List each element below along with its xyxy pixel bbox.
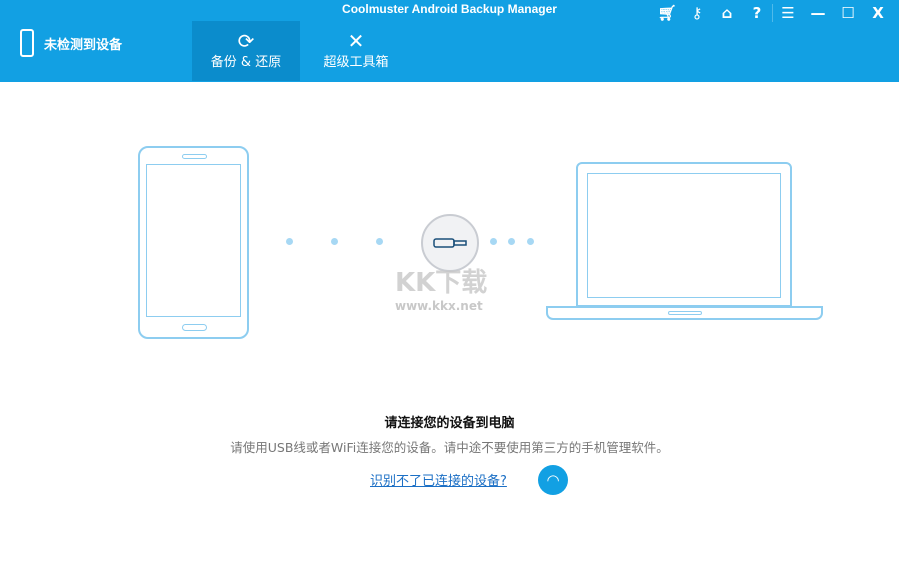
device-not-recognized-link[interactable]: 识别不了已连接的设备? — [370, 470, 507, 489]
feedback-icon[interactable]: ☰ — [773, 4, 803, 22]
wifi-icon: ◠ — [546, 471, 560, 489]
key-icon[interactable]: ⚷ — [682, 4, 712, 22]
device-status-label: 未检测到设备 — [44, 37, 123, 53]
tab-label: 备份 & 还原 — [210, 55, 282, 70]
laptop-base — [546, 306, 823, 320]
app-header: Coolmuster Android Backup Manager 未检测到设备… — [0, 0, 899, 82]
dot — [508, 238, 515, 245]
close-button[interactable]: X — [863, 4, 893, 22]
tab-label: 超级工具箱 — [323, 55, 389, 70]
phone-icon — [20, 29, 34, 57]
dot — [331, 238, 338, 245]
laptop-illustration — [576, 162, 792, 307]
home-icon[interactable]: ⌂ — [712, 4, 742, 22]
dot — [527, 238, 534, 245]
maximize-button[interactable]: ☐ — [833, 4, 863, 22]
watermark: KK下载 www.kkx.net — [395, 268, 488, 313]
connect-instruction: 请使用USB线或者WiFi连接您的设备。请中途不要使用第三方的手机管理软件。 — [230, 440, 669, 455]
tab-backup-restore[interactable]: ⟳ 备份 & 还原 — [192, 21, 300, 81]
wifi-connect-button[interactable]: ◠ — [538, 465, 568, 495]
dot — [376, 238, 383, 245]
dot — [286, 238, 293, 245]
phone-illustration — [138, 146, 249, 339]
connect-heading: 请连接您的设备到电脑 — [384, 416, 515, 431]
device-status: 未检测到设备 — [20, 29, 122, 57]
cart-icon[interactable]: 🛒︎ — [652, 4, 682, 22]
minimize-button[interactable]: — — [803, 4, 833, 22]
dot — [490, 238, 497, 245]
help-icon[interactable]: ? — [742, 4, 772, 22]
tab-toolbox[interactable]: ✕ 超级工具箱 — [302, 21, 410, 81]
tools-icon: ✕ — [347, 29, 365, 53]
backup-icon: ⟳ — [237, 29, 255, 53]
